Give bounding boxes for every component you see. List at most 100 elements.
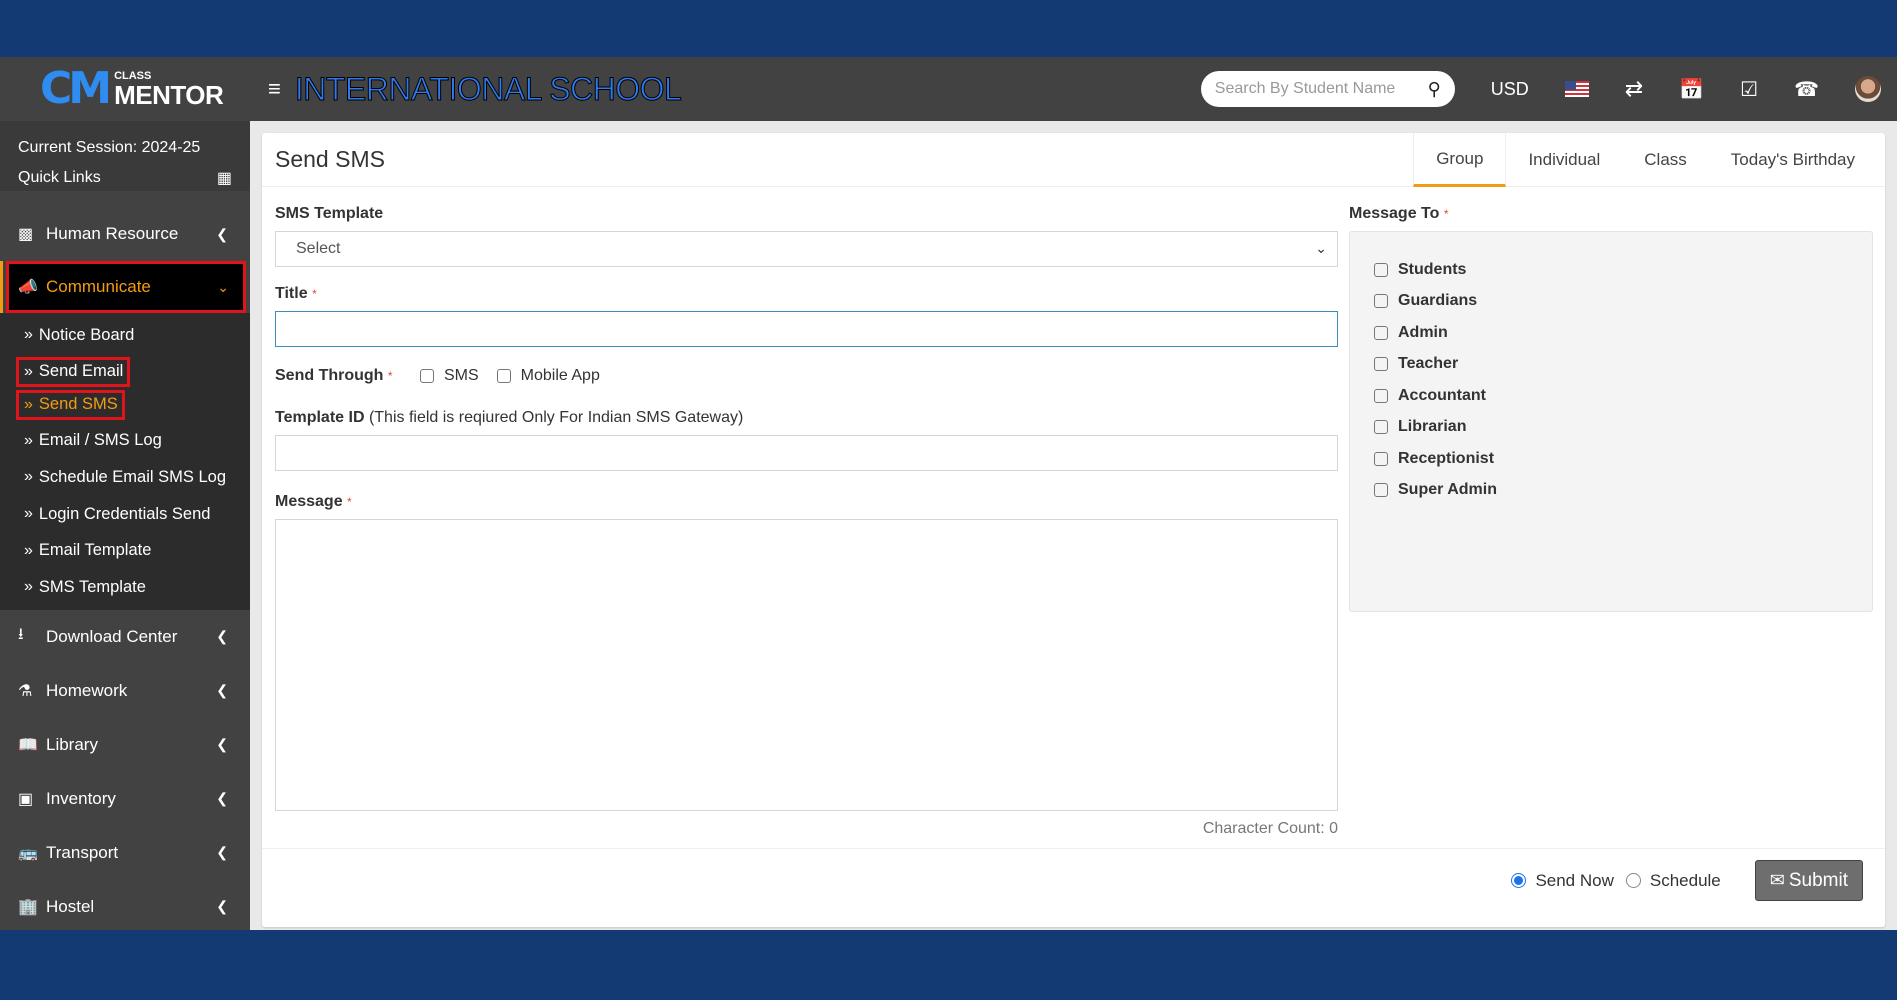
submenu-email-sms-log[interactable]: » Email / SMS Log [0,423,250,460]
exchange-icon[interactable]: ⇄ [1625,76,1643,102]
user-avatar[interactable] [1855,76,1881,102]
submenu-label: Login Credentials Send [38,504,211,523]
student-search-input[interactable] [1214,80,1428,98]
checkbox[interactable] [1374,420,1388,435]
title-label-text: Title [275,285,308,302]
school-name: INTERNATIONAL SCHOOL [294,70,682,107]
top-header: CM CLASS MENTOR ≡ INTERNATIONAL SCHOOL ⚲… [0,57,1897,121]
required-mark: * [387,369,393,383]
double-chevron-icon: » [24,431,33,449]
submit-button[interactable]: ✉ Submit [1754,860,1863,901]
calendar-icon[interactable]: 📅 [1679,77,1704,102]
required-mark: * [1443,207,1449,221]
message-textarea[interactable] [275,519,1338,811]
recipient-admin[interactable]: Admin [1374,317,1848,349]
sidebar-item-transport[interactable]: 🚌 Transport ❮ [0,826,250,880]
tab-group[interactable]: Group [1413,133,1507,187]
currency-selector[interactable]: USD [1491,79,1529,100]
tab-todays-birthday[interactable]: Today's Birthday [1709,133,1877,187]
sidebar-item-download-center[interactable]: ⭳ Download Center ❮ [0,610,250,664]
chevron-left-icon: ❮ [216,790,228,807]
tab-individual[interactable]: Individual [1506,133,1622,187]
object-group-icon: ▣ [18,790,34,808]
send-through-sms[interactable]: SMS [420,367,479,385]
search-icon[interactable]: ⚲ [1428,79,1441,100]
checkbox[interactable] [1374,294,1388,309]
sms-template-select[interactable]: Select ⌄ [275,231,1338,267]
menu-icon[interactable]: ≡ [268,76,281,102]
sms-checkbox[interactable] [420,369,434,383]
recipient-label: Teacher [1398,355,1459,373]
chevron-left-icon: ❮ [216,844,228,861]
submenu-label: Send Email [38,362,124,381]
quick-links-label: Quick Links [18,169,101,186]
logo[interactable]: CM CLASS MENTOR [0,57,250,121]
grid-icon[interactable]: ▦ [217,168,232,188]
character-count: Character Count: 0 [1202,820,1338,837]
student-search: ⚲ [1200,71,1455,107]
whatsapp-icon[interactable]: ☎ [1794,77,1819,102]
tab-class[interactable]: Class [1622,133,1709,187]
recipient-students[interactable]: Students [1374,254,1848,286]
sidebar-item-communicate[interactable]: 📣 Communicate ⌄ [0,261,246,313]
checkbox[interactable] [1374,451,1388,466]
mobile-app-checkbox[interactable] [496,369,511,383]
submenu-send-sms[interactable]: » Send SMS [16,389,125,420]
schedule-radio[interactable] [1625,873,1641,888]
submenu-send-email[interactable]: » Send Email [16,356,131,387]
recipient-receptionist[interactable]: Receptionist [1374,443,1848,475]
double-chevron-icon: » [24,395,33,413]
logo-mark: CM [40,63,112,114]
envelope-icon: ✉ [1769,870,1785,890]
checkbox[interactable] [1374,262,1388,277]
schedule-label: Schedule [1649,870,1721,890]
submenu-notice-board[interactable]: » Notice Board [0,317,250,354]
recipient-accountant[interactable]: Accountant [1374,380,1848,412]
checkbox[interactable] [1374,388,1388,403]
recipient-teacher[interactable]: Teacher [1374,349,1848,381]
sidebar-item-label: Download Center [46,626,178,646]
submenu-schedule-email-sms-log[interactable]: » Schedule Email SMS Log [0,459,250,496]
schedule-option[interactable]: Schedule [1625,870,1721,891]
card-footer: Send Now Schedule ✉ Submit [1511,860,1863,901]
message-label: Message * [275,493,1338,511]
book-icon: 📖 [18,736,38,754]
page-title: Send SMS [275,146,385,172]
sidebar-item-homework[interactable]: ⚗ Homework ❮ [0,664,250,718]
checkbox[interactable] [1374,483,1388,498]
sidebar: Current Session: 2024-25 Quick Links ▦ ▩… [0,121,250,930]
send-sms-card: Send SMS Group Individual Class Today's … [262,133,1885,927]
sitemap-icon: ▩ [18,226,34,243]
checkbox[interactable] [1374,357,1388,372]
double-chevron-icon: » [24,326,33,344]
send-now-radio[interactable] [1511,873,1527,888]
sidebar-item-hostel[interactable]: 🏢 Hostel ❮ [0,880,250,934]
main-content: Send SMS Group Individual Class Today's … [250,121,1897,930]
language-selector[interactable] [1564,81,1589,97]
double-chevron-icon: » [24,541,33,559]
submenu-email-template[interactable]: » Email Template [0,532,250,569]
title-input[interactable] [275,311,1338,347]
send-through-mobile-app[interactable]: Mobile App [496,367,600,385]
sms-checkbox-label: SMS [444,367,479,384]
sidebar-item-inventory[interactable]: ▣ Inventory ❮ [0,772,250,826]
check-square-icon[interactable]: ☑ [1740,77,1758,102]
checkbox[interactable] [1374,325,1388,340]
download-icon: ⭳ [18,626,24,644]
submenu-login-credentials-send[interactable]: » Login Credentials Send [0,496,250,533]
sidebar-item-library[interactable]: 📖 Library ❮ [0,718,250,772]
send-now-option[interactable]: Send Now [1511,871,1614,891]
card-header: Send SMS Group Individual Class Today's … [262,133,1885,187]
sidebar-item-human-resource[interactable]: ▩ Human Resource ❮ [0,207,250,261]
communicate-submenu: » Notice Board » Send Email » Send SMS » Ema… [0,313,250,610]
recipient-super-admin[interactable]: Super Admin [1374,475,1848,507]
send-through-label-text: Send Through [275,367,384,384]
avatar-image [1855,76,1881,102]
template-id-input[interactable] [275,435,1338,471]
logo-text: CLASS MENTOR [114,70,224,108]
sidebar-item-label: Inventory [46,788,116,808]
submenu-sms-template[interactable]: » SMS Template [0,569,250,606]
chevron-left-icon: ❮ [216,736,228,753]
recipient-guardians[interactable]: Guardians [1374,286,1848,318]
recipient-librarian[interactable]: Librarian [1374,412,1848,444]
